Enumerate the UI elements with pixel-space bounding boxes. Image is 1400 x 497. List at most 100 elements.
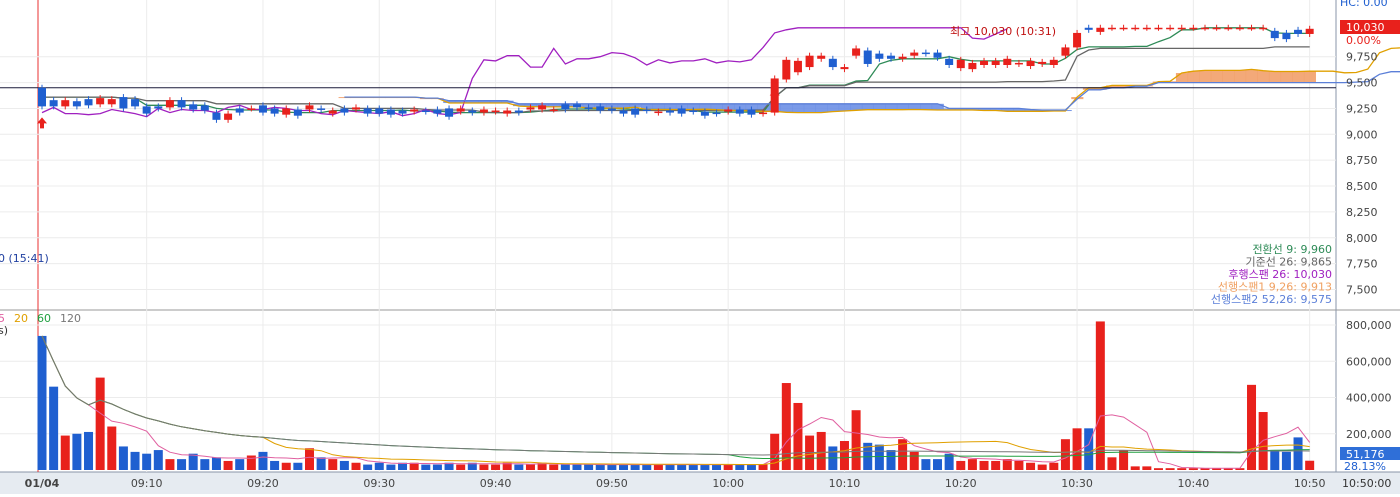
- ichimoku-cloud-segment: [885, 103, 898, 110]
- candle-body: [1061, 47, 1070, 56]
- candle-body: [410, 109, 419, 112]
- time-axis-tick: 10:20: [945, 477, 977, 490]
- x-axis-corner-label: 10:50:00: [1342, 477, 1391, 490]
- volume-bar: [712, 464, 722, 470]
- candle-body: [200, 105, 209, 111]
- volume-bar: [1130, 466, 1140, 470]
- candle-body: [154, 106, 163, 109]
- volume-bar: [874, 444, 884, 470]
- ichimoku-cloud-segment: [1210, 70, 1223, 83]
- volume-bar: [991, 460, 1001, 470]
- volume-bar: [60, 435, 70, 470]
- candle-body: [584, 107, 593, 109]
- candle-body: [433, 109, 442, 114]
- volume-bar: [1177, 468, 1187, 470]
- volume-bar: [363, 464, 373, 470]
- volume-bar: [177, 459, 187, 470]
- price-axis-tick: 9,000: [1346, 128, 1378, 141]
- candle-body: [945, 58, 954, 65]
- volume-bar: [456, 464, 466, 470]
- candle-body: [445, 108, 454, 117]
- volume-bar: [1142, 466, 1152, 470]
- candle-body: [282, 108, 291, 115]
- volume-bar: [619, 464, 628, 470]
- candle-body: [1212, 27, 1221, 30]
- volume-bar: [967, 459, 977, 470]
- candle-body: [1259, 27, 1268, 30]
- volume-bar: [1188, 468, 1198, 470]
- candle-body: [328, 110, 337, 114]
- candle-body: [96, 98, 105, 105]
- ichimoku-cloud-segment: [1187, 71, 1200, 83]
- volume-bar: [130, 451, 140, 470]
- candle-body: [852, 48, 861, 56]
- time-axis-tick: 10:40: [1178, 477, 1210, 490]
- candle-body: [735, 109, 744, 114]
- volume-bar: [211, 457, 221, 470]
- volume-bar: [770, 433, 780, 470]
- volume-bar: [688, 464, 698, 470]
- volume-bar: [1049, 462, 1059, 470]
- volume-ma-label: 20: [14, 312, 28, 325]
- volume-bar: [316, 457, 326, 470]
- candle-body: [747, 109, 756, 115]
- volume-axis-tick: 600,000: [1346, 355, 1392, 368]
- candle-body: [991, 60, 1000, 65]
- volume-bar: [1293, 437, 1303, 470]
- candle-body: [468, 110, 477, 113]
- candle-body: [1154, 27, 1163, 30]
- candle-body: [1073, 32, 1082, 48]
- candle-body: [1107, 27, 1116, 30]
- candle-body: [980, 60, 989, 65]
- volume-axis-tick: 200,000: [1346, 428, 1392, 441]
- candle-body: [398, 110, 407, 114]
- ichimoku-cloud-segment: [896, 103, 909, 110]
- candle-body: [375, 108, 384, 114]
- volume-bar: [84, 431, 94, 470]
- volume-bar: [1153, 468, 1163, 470]
- candle-body: [910, 52, 919, 56]
- volume-bar: [781, 383, 791, 470]
- volume-bar: [514, 464, 524, 470]
- ichimoku-cloud-segment: [792, 103, 805, 113]
- volume-bar: [793, 402, 803, 470]
- volume-bar: [1281, 451, 1291, 470]
- legend-entry: 선행스팬1 9,26: 9,913: [1218, 281, 1332, 294]
- candle-body: [305, 105, 314, 110]
- volume-bar: [235, 459, 245, 470]
- candle-body: [1270, 30, 1279, 39]
- candle-body: [386, 109, 395, 115]
- candle-body: [49, 100, 58, 107]
- candle-body: [1201, 27, 1209, 30]
- candle-body: [933, 52, 942, 58]
- candle-body: [607, 108, 616, 111]
- candle-body: [177, 100, 186, 108]
- volume-bar: [165, 459, 175, 470]
- candle-body: [119, 97, 128, 109]
- candle-body: [689, 110, 698, 113]
- candle-body: [724, 109, 733, 112]
- volume-bar: [1026, 462, 1036, 470]
- chart-canvas[interactable]: 9,750 9,500 9,250 9,000 8,750 8,500 8,250 8,000…: [0, 0, 1400, 494]
- candle-body: [165, 100, 174, 108]
- volume-bar: [1014, 460, 1024, 470]
- volume-bar: [1060, 439, 1070, 470]
- legend-entry: 전환선 9: 9,960: [1252, 243, 1332, 256]
- volume-bar: [572, 464, 582, 470]
- volume-bar: [735, 464, 745, 470]
- candle-body: [189, 104, 198, 110]
- candle-body: [131, 99, 140, 107]
- volume-bar: [816, 431, 826, 470]
- candle-body: [84, 99, 93, 106]
- candle-body: [817, 55, 826, 59]
- ichimoku-cloud-segment: [873, 103, 886, 110]
- volume-bar: [1084, 428, 1094, 470]
- candle-body: [572, 104, 581, 108]
- candle-body: [352, 107, 361, 110]
- volume-bar: [304, 448, 314, 470]
- volume-bar: [839, 441, 849, 470]
- volume-bar: [653, 464, 663, 470]
- candle-body: [1177, 27, 1186, 30]
- candle-body: [514, 110, 523, 113]
- candle-body: [1014, 62, 1023, 65]
